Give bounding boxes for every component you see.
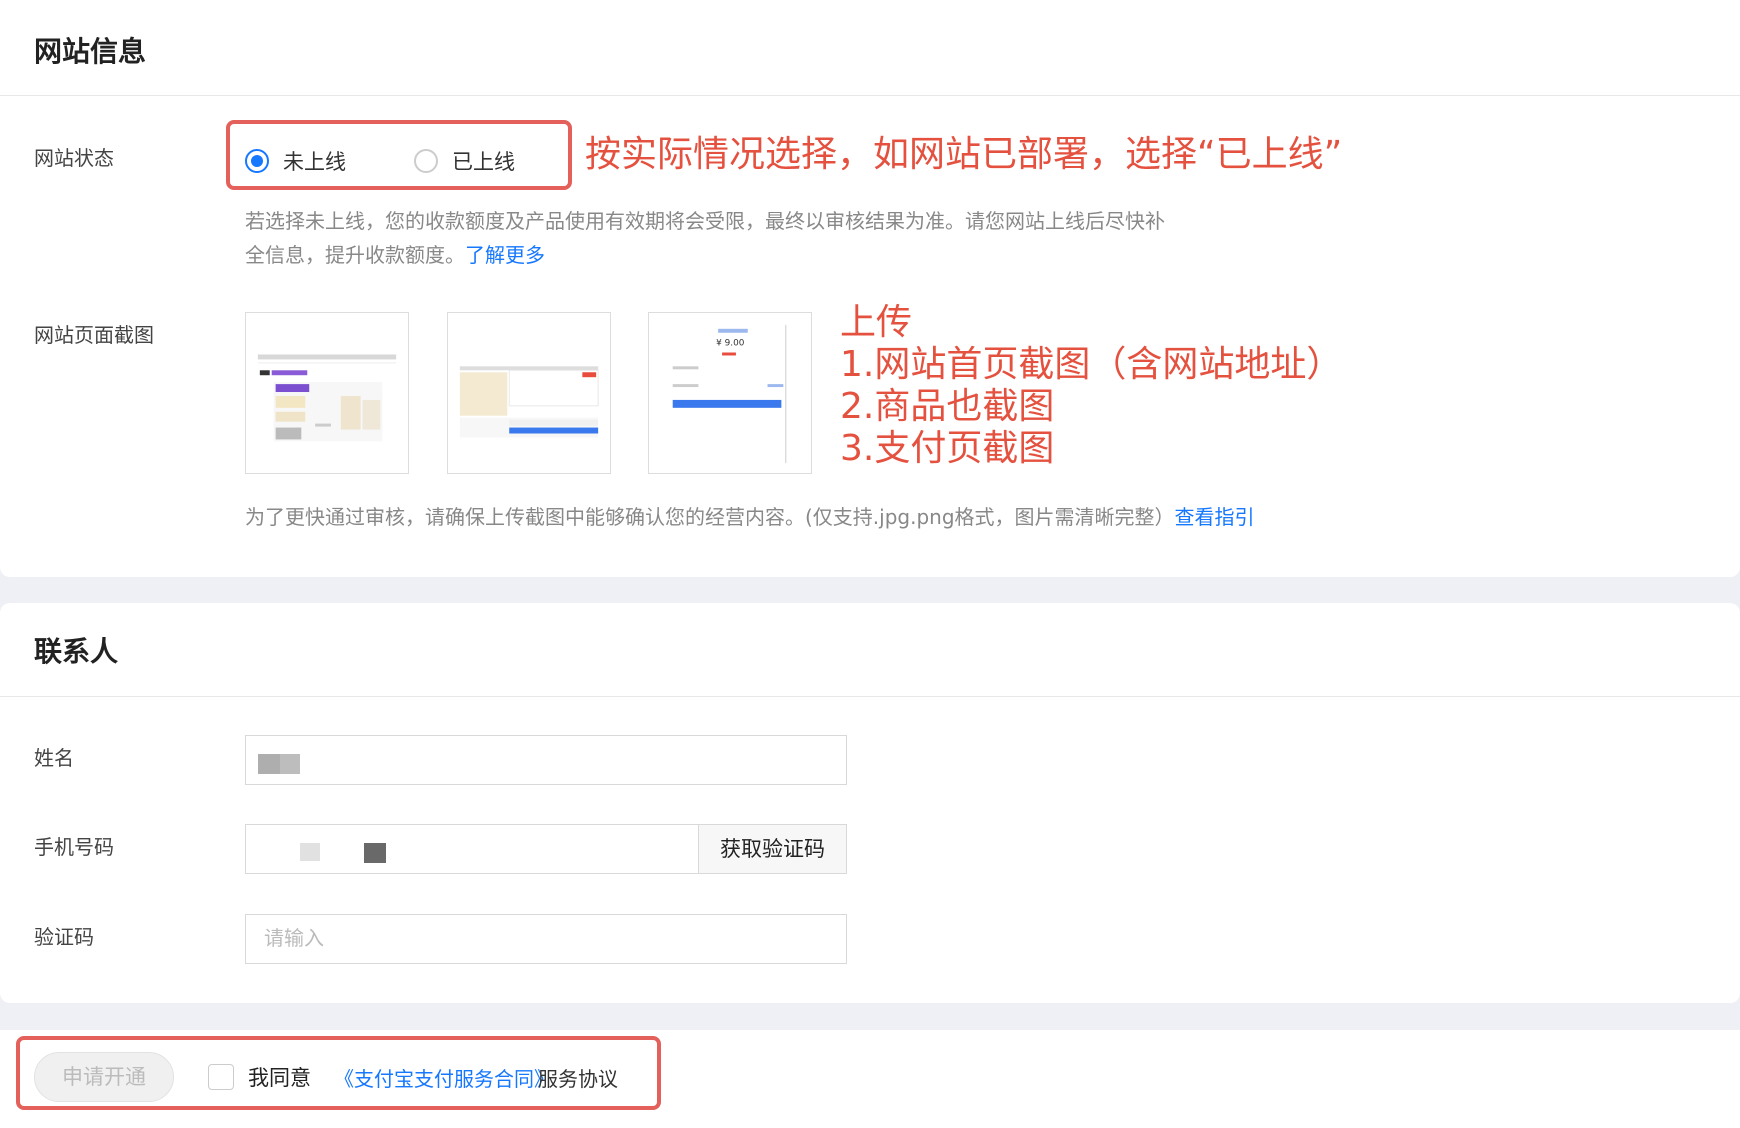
- screenshot-thumb-homepage[interactable]: [245, 312, 409, 474]
- contact-divider: [0, 696, 1740, 697]
- service-agreement-text: 服务协议: [538, 1067, 618, 1091]
- agree-checkbox[interactable]: [208, 1064, 234, 1090]
- screenshot-hint-text: 为了更快通过审核，请确保上传截图中能够确认您的经营内容。(仅支持.jpg.png…: [245, 505, 1175, 529]
- status-hint-line2: 全信息，提升收款额度。了解更多: [245, 238, 545, 272]
- phone-redacted-2: [364, 843, 386, 863]
- contract-link[interactable]: 《支付宝支付服务合同》: [334, 1063, 554, 1092]
- phone-redacted-1: [300, 843, 320, 861]
- upload-annotation-line0: 上传: [840, 302, 913, 343]
- website-info-divider: [0, 95, 1740, 96]
- homepage-preview-image: [257, 354, 397, 442]
- upload-annotation: 上传 1.网站首页截图（含网站地址） 2.商品也截图 3.支付页截图: [840, 302, 1342, 470]
- screenshot-thumb-payment[interactable]: ¥ 9.00: [648, 312, 812, 474]
- contact-title: 联系人: [34, 635, 119, 668]
- screenshot-label: 网站页面截图: [34, 323, 154, 347]
- phone-label: 手机号码: [34, 835, 114, 859]
- name-redacted-1: [258, 754, 280, 774]
- name-redacted-2: [280, 754, 300, 774]
- upload-annotation-line1: 1.网站首页截图（含网站地址）: [840, 344, 1343, 385]
- name-input[interactable]: [245, 735, 847, 785]
- product-preview-image: [459, 366, 599, 438]
- name-label: 姓名: [34, 746, 74, 770]
- code-label: 验证码: [34, 925, 94, 949]
- apply-button[interactable]: 申请开通: [34, 1052, 174, 1102]
- code-input[interactable]: [245, 914, 847, 964]
- website-info-card: [0, 0, 1740, 577]
- status-hint-line1: 若选择未上线，您的收款额度及产品使用有效期将会受限，最终以审核结果为准。请您网站…: [245, 209, 1165, 233]
- learn-more-link[interactable]: 了解更多: [465, 243, 545, 267]
- view-guide-link[interactable]: 查看指引: [1175, 505, 1255, 529]
- upload-annotation-line2: 2.商品也截图: [840, 386, 1055, 427]
- website-status-label: 网站状态: [34, 146, 114, 170]
- status-annotation-text: 按实际情况选择，如网站已部署，选择“已上线”: [585, 134, 1343, 175]
- get-code-button[interactable]: 获取验证码: [698, 824, 847, 874]
- status-hint-text: 全信息，提升收款额度。: [245, 243, 465, 267]
- payment-preview-image: ¥ 9.00: [672, 324, 787, 464]
- screenshot-thumb-product[interactable]: [447, 312, 611, 474]
- screenshot-hint: 为了更快通过审核，请确保上传截图中能够确认您的经营内容。(仅支持.jpg.png…: [245, 500, 1255, 534]
- website-info-title: 网站信息: [34, 35, 147, 68]
- upload-annotation-line3: 3.支付页截图: [840, 428, 1055, 469]
- status-annotation-box: [226, 120, 572, 190]
- payment-preview-price: ¥ 9.00: [716, 339, 745, 349]
- phone-input[interactable]: [245, 824, 699, 874]
- agree-label: 我同意: [248, 1066, 311, 1090]
